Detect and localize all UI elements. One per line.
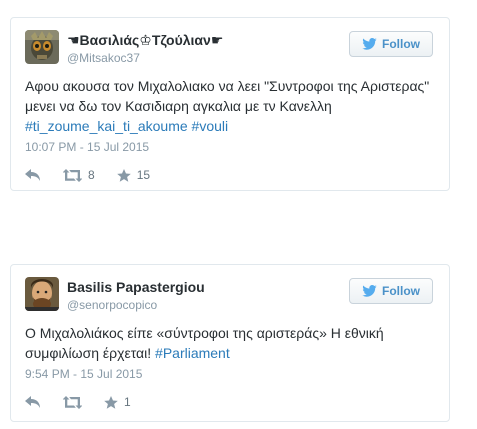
tweet-text: Ο Μιχαλολιάκος είπε «σύντροφοι της αριστ… [25, 323, 435, 363]
retweet-icon [63, 168, 82, 182]
hashtag-link[interactable]: #vouli [192, 118, 229, 134]
reply-icon [25, 168, 40, 181]
retweet-button[interactable]: 8 [63, 168, 95, 182]
follow-button[interactable]: Follow [349, 31, 433, 57]
favorite-button[interactable]: 1 [104, 395, 131, 409]
tweet-header: Basilis Papastergiou @senorpocopico Foll… [25, 277, 435, 317]
retweet-count: 8 [88, 168, 95, 182]
follow-label: Follow [382, 284, 420, 298]
twitter-bird-icon [362, 38, 377, 50]
retweet-icon [63, 395, 82, 409]
avatar[interactable] [25, 30, 59, 64]
follow-label: Follow [382, 37, 420, 51]
tweet-timestamp[interactable]: 9:54 PM - 15 Jul 2015 [25, 367, 435, 381]
favorite-star-icon [116, 168, 131, 182]
reply-button[interactable] [25, 395, 41, 409]
favorite-count: 15 [136, 168, 151, 182]
favorite-star-icon [104, 395, 118, 409]
tweet-header: ☚Βασιλιάς♔Τζούλιαν☛ @Mitsakoc37 Follow [25, 30, 435, 70]
follow-button[interactable]: Follow [349, 278, 433, 304]
twitter-bird-icon [362, 285, 377, 297]
reply-icon [25, 395, 40, 408]
tweet-actions: 1 [25, 393, 435, 411]
favorite-button[interactable]: 15 [116, 168, 151, 182]
user-handle[interactable]: @senorpocopico [67, 298, 205, 313]
user-names: Basilis Papastergiou @senorpocopico [67, 279, 205, 313]
tweet-card: ☚Βασιλιάς♔Τζούλιαν☛ @Mitsakoc37 Follow Α… [10, 17, 450, 191]
reply-button[interactable] [25, 168, 41, 182]
tweet-text: Αφου ακουσα τον Μιχαλολιακο να λεει "Συν… [25, 76, 435, 136]
retweet-button[interactable] [63, 395, 82, 409]
user-fullname[interactable]: ☚Βασιλιάς♔Τζούλιαν☛ [67, 32, 223, 49]
user-names: ☚Βασιλιάς♔Τζούλιαν☛ @Mitsakoc37 [67, 32, 223, 66]
tweet-timestamp[interactable]: 10:07 PM - 15 Jul 2015 [25, 140, 435, 154]
tweet-body: Αφου ακουσα τον Μιχαλολιακο να λεει "Συν… [25, 78, 430, 114]
favorite-count: 1 [124, 395, 131, 409]
user-handle[interactable]: @Mitsakoc37 [67, 51, 223, 66]
tweet-actions: 8 15 [25, 166, 435, 184]
hashtag-link[interactable]: #Parliament [155, 345, 230, 361]
user-fullname[interactable]: Basilis Papastergiou [67, 279, 205, 296]
avatar[interactable] [25, 277, 59, 311]
tweet-card: Basilis Papastergiou @senorpocopico Foll… [10, 264, 450, 422]
hashtag-link[interactable]: #ti_zoume_kai_ti_akoume [25, 118, 188, 134]
